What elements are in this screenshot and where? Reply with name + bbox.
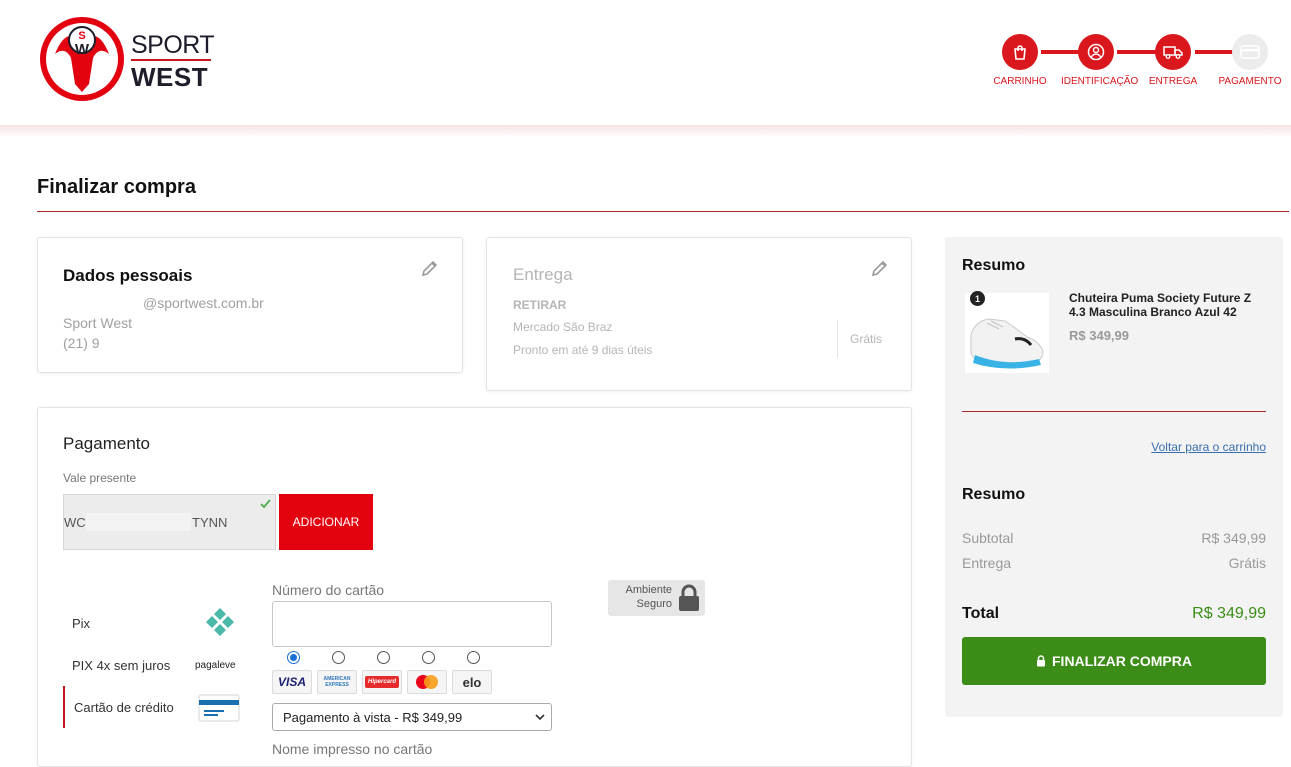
header-shadow (0, 125, 1291, 137)
brand-radio-amex[interactable] (332, 651, 345, 664)
finalize-order-label: FINALIZAR COMPRA (1052, 653, 1192, 669)
payment-method-label: Cartão de crédito (74, 700, 174, 715)
personal-data-card: Dados pessoais @sportwest.com.br Sport W… (37, 237, 463, 373)
subtotal-value: R$ 349,99 (1201, 530, 1266, 546)
pagaleve-logo: pagaleve (195, 660, 236, 671)
delivery-price: Grátis (850, 332, 883, 346)
mastercard-logo[interactable] (407, 670, 447, 694)
summary-divider (962, 411, 1266, 412)
delivery-place: Mercado São Braz (513, 320, 613, 334)
payment-method-label: PIX 4x sem juros (72, 658, 171, 673)
voucher-value-masked (86, 513, 191, 531)
secure-line1: Ambiente (625, 584, 672, 596)
elo-logo[interactable]: elo (452, 670, 492, 694)
visa-logo[interactable]: VISA (272, 670, 312, 694)
pencil-icon[interactable] (420, 258, 440, 278)
chevron-down-icon (535, 714, 545, 721)
payment-method-pix[interactable]: Pix (63, 602, 243, 644)
payment-title: Pagamento (63, 434, 150, 453)
amex-logo[interactable]: AMERICAN EXPRESS (317, 670, 357, 694)
logo-text-sport: SPORT (131, 31, 215, 59)
quantity-badge: 1 (970, 291, 985, 306)
installments-select[interactable]: Pagamento à vista - R$ 349,99 (272, 703, 552, 731)
hipercard-wordmark: Hipercard (364, 676, 399, 688)
title-divider (37, 211, 1289, 212)
brand-radio-visa[interactable] (287, 651, 300, 664)
voucher-value-start: WC (64, 515, 86, 530)
total-label: Total (962, 605, 1000, 622)
header: S W SPORT WEST CARRINHO IDENTIFICAÇÃO EN… (0, 0, 1291, 125)
delivery-eta: Pronto em até 9 dias úteis (513, 343, 653, 357)
credit-card-icon (1232, 34, 1268, 70)
step-label: ENTREGA (1148, 76, 1198, 87)
payment-method-credit-card[interactable]: Cartão de crédito (63, 686, 243, 728)
delivery-card: Entrega RETIRAR Mercado São Braz Pronto … (486, 237, 912, 391)
personal-data-title: Dados pessoais (63, 266, 193, 285)
back-to-cart-link[interactable]: Voltar para o carrinho (1151, 440, 1266, 454)
delivery-divider (837, 320, 838, 358)
checkout-steps: CARRINHO IDENTIFICAÇÃO ENTREGA PAGAMENTO (990, 34, 1290, 94)
shipping-value: Grátis (1228, 555, 1266, 571)
step-entrega[interactable]: ENTREGA (1138, 34, 1208, 87)
personal-name: Sport West (63, 315, 132, 331)
total-value: R$ 349,99 (1192, 605, 1266, 622)
subtotal-label: Subtotal (962, 530, 1014, 546)
card-number-input[interactable] (272, 601, 552, 647)
sport-west-logo[interactable]: S W SPORT WEST (37, 14, 217, 106)
brand-radio-hipercard[interactable] (377, 651, 390, 664)
secure-line2: Seguro (636, 598, 672, 610)
brand-radio-elo[interactable] (467, 651, 480, 664)
secure-badge: Ambiente Seguro (608, 580, 705, 616)
mastercard-circles-icon (416, 675, 438, 689)
product-name[interactable]: Chuteira Puma Society Future Z 4.3 Mascu… (1069, 291, 1269, 319)
card-number-label: Número do cartão (272, 582, 385, 598)
user-icon (1078, 34, 1114, 70)
step-carrinho[interactable]: CARRINHO (985, 34, 1055, 87)
card-name-label: Nome impresso no cartão (272, 741, 433, 757)
secure-text: Ambiente Seguro (624, 583, 672, 611)
logo-divider (131, 59, 211, 61)
svg-text:W: W (75, 41, 90, 58)
installments-selected: Pagamento à vista - R$ 349,99 (283, 710, 463, 725)
pix-icon (206, 608, 234, 636)
payment-method-label: Pix (72, 616, 91, 631)
totals-title: Resumo (962, 486, 1026, 503)
shipping-label: Entrega (962, 555, 1012, 571)
order-summary: Resumo 1 Chuteira Puma Society Future Z … (945, 237, 1283, 717)
truck-icon (1155, 34, 1191, 70)
step-label: CARRINHO (993, 76, 1047, 87)
credit-card-icon (198, 694, 240, 722)
add-voucher-button[interactable]: ADICIONAR (279, 494, 373, 550)
step-identificacao[interactable]: IDENTIFICAÇÃO (1061, 34, 1139, 87)
step-label: IDENTIFICAÇÃO (1061, 76, 1139, 87)
lock-icon (679, 584, 699, 611)
phoenix-logo-icon: S W (40, 17, 124, 101)
lock-icon (1037, 655, 1045, 667)
payment-card: Pagamento Vale presente WC TYNN ADICIONA… (37, 407, 912, 767)
delivery-type: RETIRAR (513, 298, 567, 312)
personal-email: @sportwest.com.br (143, 295, 264, 311)
page-title: Finalizar compra (37, 176, 196, 198)
finalize-order-button[interactable]: FINALIZAR COMPRA (962, 637, 1266, 685)
shopping-bag-icon (1002, 34, 1038, 70)
delivery-title: Entrega (513, 265, 573, 284)
voucher-input[interactable]: WC TYNN (63, 494, 276, 550)
summary-title: Resumo (962, 257, 1026, 274)
brand-radio-mastercard[interactable] (422, 651, 435, 664)
hipercard-logo[interactable]: Hipercard (362, 670, 402, 694)
personal-phone: (21) 9 (63, 335, 100, 351)
step-label: PAGAMENTO (1218, 76, 1282, 87)
step-pagamento[interactable]: PAGAMENTO (1215, 34, 1285, 87)
pencil-icon[interactable] (870, 258, 890, 278)
voucher-label: Vale presente (63, 471, 137, 485)
product-price: R$ 349,99 (1069, 328, 1129, 343)
payment-method-pix-4x[interactable]: PIX 4x sem juros pagaleve (63, 644, 243, 686)
check-icon (260, 499, 271, 509)
logo-text-west: WEST (131, 62, 209, 92)
voucher-value-end: TYNN (192, 515, 228, 530)
